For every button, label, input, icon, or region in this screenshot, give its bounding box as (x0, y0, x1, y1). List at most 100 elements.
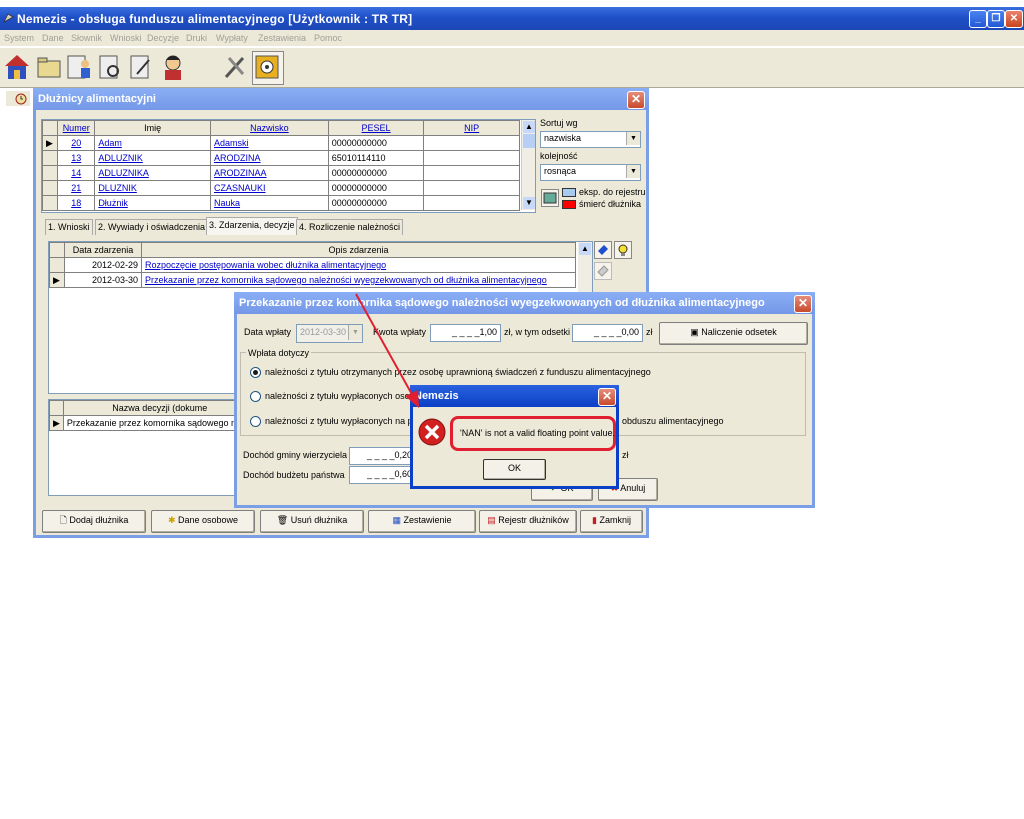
col-pesel[interactable]: PESEL (327, 120, 425, 136)
kwota-label: Kwota wpłaty (373, 327, 427, 337)
home-icon[interactable] (2, 51, 34, 85)
lightbulb-icon[interactable] (614, 241, 632, 259)
menu-decyzje[interactable]: Decyzje (147, 33, 179, 43)
menu-wnioski[interactable]: Wnioski (110, 33, 142, 43)
table-row[interactable]: 21 DLUZNIK CZASNAUKI 00000000000 (41, 180, 520, 196)
debtors-grid: Numer Imię Nazwisko PESEL NIP ▶ 20 Adam … (41, 119, 536, 213)
decisions-grid: Nazwa decyzji (dokume ▶ Przekazanie prze… (48, 399, 257, 496)
menu-wyplaty[interactable]: Wypłaty (216, 33, 248, 43)
table-row[interactable]: ▶ 20 Adam Adamski 00000000000 (41, 135, 520, 151)
restore-button[interactable]: ❐ (987, 10, 1005, 28)
zl-label: zł (646, 327, 653, 337)
radio-option-1[interactable] (250, 367, 261, 378)
eraser-icon[interactable] (594, 262, 612, 280)
menu-dane[interactable]: Dane (42, 33, 64, 43)
minimize-button[interactable]: _ (969, 10, 987, 28)
debtor-register-button[interactable]: ▤ Rejestr dłużników (479, 510, 577, 533)
menu-zestawienia[interactable]: Zestawienia (258, 33, 306, 43)
close-button[interactable]: ✕ (1005, 10, 1023, 28)
col-data-zdarzenia[interactable]: Data zdarzenia (64, 242, 142, 258)
order-select[interactable]: rosnąca ▼ (540, 164, 641, 181)
add-debtor-button[interactable]: 🗋 Dodaj dłużnika (42, 510, 146, 533)
zl-right-label: zł (622, 450, 629, 460)
new-document-icon: 🗋 (59, 515, 67, 525)
przekazanie-title-bar: Przekazanie przez komornika sądowego nal… (234, 292, 815, 314)
tab-zdarzenia[interactable]: 3. Zdarzenia, decyzje (206, 217, 298, 235)
tab-wywiady[interactable]: 2. Wywiady i oświadczenia (95, 219, 208, 235)
folder-icon[interactable] (34, 51, 66, 85)
calculator-icon: ▣ (690, 327, 699, 337)
tools-icon[interactable] (220, 51, 252, 85)
document-search-icon[interactable] (95, 51, 127, 85)
row-indicator: ▶ (49, 272, 65, 288)
debtors-header: Numer Imię Nazwisko PESEL NIP (41, 120, 520, 136)
odsetki-label: zł, w tym odsetki (504, 327, 571, 337)
dochod-budzetu-input[interactable]: _ _ _ _0,60 (349, 466, 416, 484)
legend-swatch-death (562, 200, 576, 209)
col-numer[interactable]: Numer (57, 120, 96, 136)
user-folder-icon[interactable] (64, 51, 96, 85)
legend-swatch-export (562, 188, 576, 197)
scroll-up-icon[interactable]: ▲ (579, 243, 591, 255)
legend-death-label: śmierć dłużnika (579, 199, 642, 209)
table-row[interactable]: 18 Dłużnik Nauka 00000000000 (41, 195, 520, 211)
radio-option-2-label: należności z tytułu wypłaconych osob (265, 391, 415, 401)
przekazanie-title: Przekazanie przez komornika sądowego nal… (239, 297, 765, 309)
dluznicy-close-button[interactable]: ✕ (627, 91, 645, 109)
radio-option-1-label: należności z tytułu otrzymanych przez os… (265, 367, 651, 377)
menu-slownik[interactable]: Słownik (71, 33, 102, 43)
przekazanie-close-button[interactable]: ✕ (794, 295, 812, 313)
error-ok-button[interactable]: OK (483, 459, 546, 480)
export-icon[interactable] (541, 189, 559, 207)
summary-button[interactable]: ▦ Zestawienie (368, 510, 476, 533)
scroll-thumb[interactable] (523, 134, 535, 148)
sort-select[interactable]: nazwiska ▼ (540, 131, 641, 148)
table-row[interactable]: 2012-02-29 Rozpoczęcie postępowania wobe… (49, 257, 576, 273)
table-icon: ▦ (392, 515, 401, 525)
error-icon (418, 418, 446, 446)
col-nazwisko[interactable]: Nazwisko (210, 120, 329, 136)
row-indicator: ▶ (41, 135, 59, 151)
table-row[interactable]: 14 ADLUZNIKA ARODZINAA 00000000000 (41, 165, 520, 181)
clock-icon[interactable] (5, 90, 31, 107)
error-close-button[interactable]: ✕ (598, 388, 616, 406)
table-row[interactable]: ▶ Przekazanie przez komornika sądowego n… (49, 415, 257, 431)
tab-wnioski[interactable]: 1. Wnioski (45, 219, 93, 235)
col-nazwa-decyzji[interactable]: Nazwa decyzji (dokume (62, 400, 257, 416)
edit-event-icon[interactable] (594, 241, 612, 259)
group-label: Wpłata dotyczy (246, 348, 312, 358)
main-title-bar: Nemezis - obsługa funduszu alimentacyjne… (0, 7, 1024, 30)
table-row[interactable]: ▶ 2012-03-30 Przekazanie przez komornika… (49, 272, 576, 288)
exit-door-icon: ▮ (592, 515, 597, 525)
remove-debtor-button[interactable]: 🗑 Usuń dłużnika (260, 510, 364, 533)
table-row[interactable]: 13 ADLUZNIK ARODZINA 65010114110 (41, 150, 520, 166)
radio-option-2[interactable] (250, 391, 261, 402)
kwota-input[interactable]: _ _ _ _1,00 (430, 324, 501, 342)
safe-icon[interactable] (252, 51, 284, 85)
close-window-button[interactable]: ▮ Zamknij (580, 510, 643, 533)
dluznicy-title: Dłużnicy alimentacyjni (38, 93, 156, 105)
col-nip[interactable]: NIP (423, 120, 520, 136)
error-title-bar: Nemezis ✕ (410, 385, 619, 407)
dochod-gminy-input[interactable]: _ _ _ _0,20 (349, 447, 416, 465)
person-icon: ✱ (167, 515, 176, 525)
naliczenie-odsetek-button[interactable]: ▣ Naliczenie odsetek (659, 322, 808, 345)
document-edit-icon[interactable] (126, 51, 158, 85)
scroll-up-icon[interactable]: ▲ (523, 121, 535, 133)
scroll-down-icon[interactable]: ▼ (523, 197, 535, 209)
menu-system[interactable]: System (4, 33, 34, 43)
menu-pomoc[interactable]: Pomoc (314, 33, 342, 43)
odsetki-input[interactable]: _ _ _ _0,00 (572, 324, 643, 342)
data-wplaty-picker[interactable]: 2012-03-30 ▼ (296, 324, 363, 343)
chevron-down-icon: ▼ (626, 132, 640, 145)
radio-option-3-label-end: obduszu alimentacyjnego (622, 416, 724, 426)
debtors-scrollbar[interactable]: ▲ ▼ (521, 120, 535, 210)
col-opis-zdarzenia[interactable]: Opis zdarzenia (141, 242, 576, 258)
personal-data-button[interactable]: ✱ Dane osobowe (151, 510, 255, 533)
col-imie[interactable]: Imię (94, 120, 212, 136)
radio-option-3[interactable] (250, 416, 261, 427)
menu-druki[interactable]: Druki (186, 33, 207, 43)
tab-rozliczenie[interactable]: 4. Rozliczenie należności (296, 219, 404, 235)
person-icon[interactable] (158, 51, 190, 85)
order-label: kolejność (540, 151, 578, 161)
